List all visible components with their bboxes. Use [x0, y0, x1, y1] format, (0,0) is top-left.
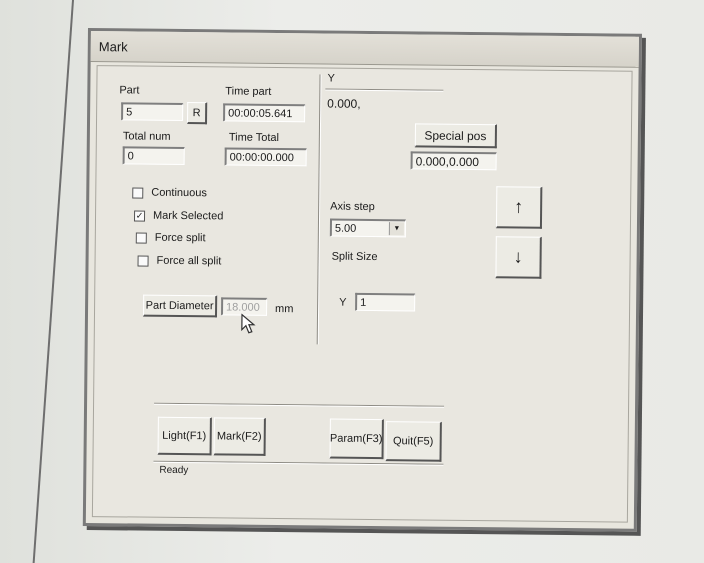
- arrow-down-icon: ↓: [513, 246, 523, 267]
- reset-part-button[interactable]: R: [186, 102, 208, 125]
- part-label: Part: [119, 84, 140, 97]
- param-button[interactable]: Param(F3): [329, 418, 384, 460]
- light-button[interactable]: Light(F1): [157, 416, 212, 456]
- chevron-down-icon[interactable]: ▼: [388, 222, 404, 236]
- mark-selected-label: Mark Selected: [152, 209, 224, 223]
- dialog-client: Part 5 R Time part 00:00:05.641 Total nu…: [91, 65, 633, 523]
- time-total-field: 00:00:00.000: [224, 147, 307, 167]
- force-all-split-label: Force all split: [156, 254, 222, 268]
- status-text: Ready: [159, 464, 189, 477]
- axis-step-select[interactable]: 5.00 ▼: [329, 218, 407, 238]
- y-value: 0.000,: [327, 96, 361, 111]
- split-size-label: Split Size: [331, 250, 378, 264]
- split-y-field[interactable]: 1: [355, 292, 416, 312]
- axis-step-value: 5.00: [334, 222, 357, 235]
- checkbox-box: [132, 186, 144, 199]
- part-diameter-button[interactable]: Part Diameter: [142, 294, 218, 318]
- continuous-checkbox[interactable]: Continuous: [132, 186, 207, 199]
- checkbox-box: [137, 255, 149, 267]
- mm-unit-label: mm: [275, 302, 294, 316]
- checkbox-box: [135, 232, 147, 244]
- window-title: Mark: [98, 39, 128, 55]
- checkmark-icon: ✓: [133, 209, 146, 222]
- time-total-label: Time Total: [228, 131, 280, 145]
- y-label: Y: [327, 72, 335, 85]
- total-num-field[interactable]: 0: [122, 146, 185, 166]
- special-pos-field: 0.000,0.000: [410, 151, 497, 171]
- force-all-split-checkbox[interactable]: Force all split: [137, 254, 222, 268]
- part-field[interactable]: 5: [121, 102, 184, 122]
- bottom-divider: [154, 402, 445, 408]
- mouse-pointer-icon: [241, 313, 256, 334]
- force-split-label: Force split: [154, 231, 206, 245]
- continuous-label: Continuous: [151, 186, 207, 200]
- y-underline: [325, 88, 444, 92]
- quit-button[interactable]: Quit(F5): [385, 421, 442, 462]
- axis-step-label: Axis step: [330, 200, 375, 214]
- time-part-label: Time part: [225, 85, 272, 98]
- vertical-divider: [316, 74, 322, 345]
- force-split-checkbox[interactable]: Force split: [135, 231, 206, 245]
- move-up-button[interactable]: ↑: [495, 186, 543, 229]
- arrow-up-icon: ↑: [514, 196, 524, 217]
- special-pos-button[interactable]: Special pos: [414, 123, 498, 149]
- split-y-label: Y: [339, 296, 347, 309]
- mark-selected-checkbox[interactable]: ✓ Mark Selected: [133, 209, 224, 223]
- total-num-label: Total num: [122, 130, 171, 143]
- time-part-field: 00:00:05.641: [223, 103, 306, 123]
- status-divider: [153, 460, 444, 466]
- title-bar[interactable]: Mark: [90, 31, 639, 68]
- mark-button[interactable]: Mark(F2): [213, 417, 266, 456]
- move-down-button[interactable]: ↓: [495, 236, 542, 279]
- mark-dialog: Mark Part 5 R Time part 00:00:05.641 Tot…: [82, 28, 642, 532]
